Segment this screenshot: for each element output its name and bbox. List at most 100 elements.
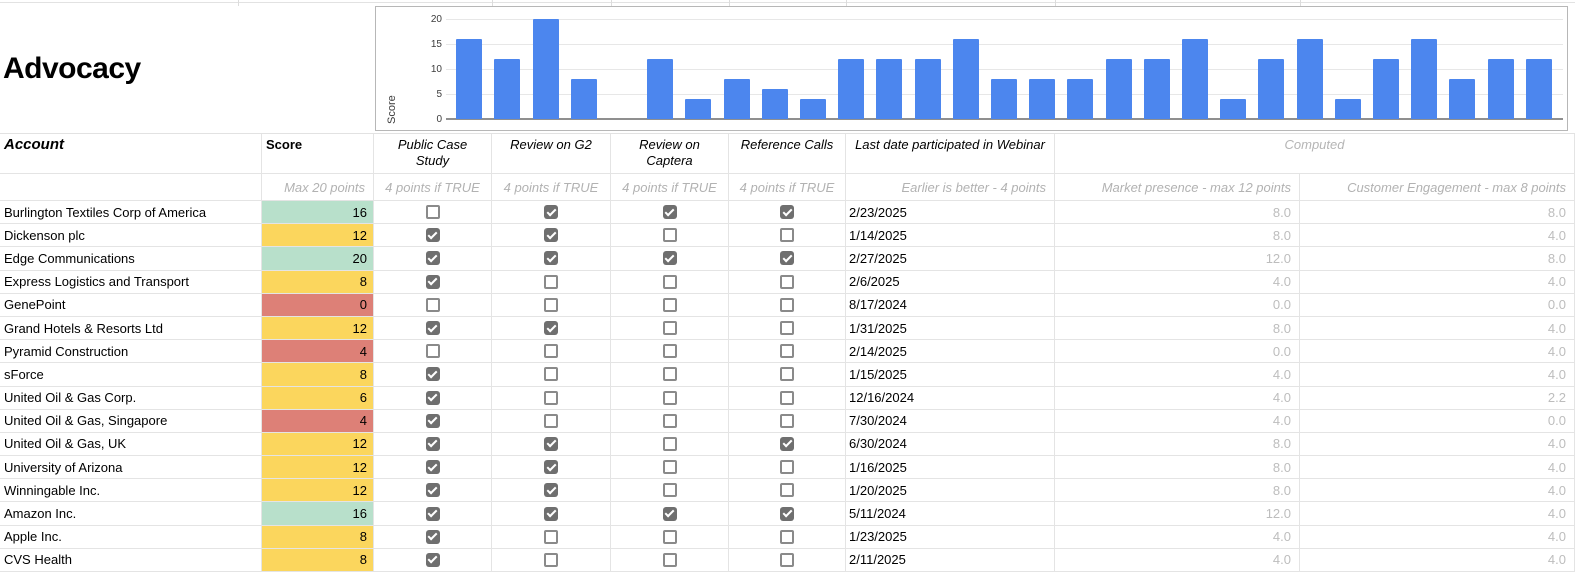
checkbox-reference-calls-checked[interactable] [780,507,794,521]
cell-market-presence[interactable]: 0.0 [1055,340,1300,363]
cell-score[interactable]: 12 [262,224,374,247]
checkbox-review-g2-checked[interactable] [544,205,558,219]
cell-market-presence[interactable]: 12.0 [1055,247,1300,270]
checkbox-reference-calls-checked[interactable] [780,437,794,451]
cell-customer-engagement[interactable]: 0.0 [1300,410,1575,433]
column-header-review-g2[interactable]: Review on G2 [492,134,611,174]
cell-score[interactable]: 12 [262,433,374,456]
cell-score[interactable]: 8 [262,549,374,572]
subheader-account[interactable] [0,174,262,201]
cell-market-presence[interactable]: 8.0 [1055,201,1300,224]
checkbox-review-captera-checked[interactable] [663,205,677,219]
checkbox-review-captera-unchecked[interactable] [663,437,677,451]
cell-customer-engagement[interactable]: 4.0 [1300,479,1575,502]
column-header-score[interactable]: Score [262,134,374,174]
checkbox-review-captera-unchecked[interactable] [663,553,677,567]
cell-score[interactable]: 20 [262,247,374,270]
checkbox-public-case-study-checked[interactable] [426,553,440,567]
column-header-computed-group[interactable]: Computed [1055,134,1575,174]
checkbox-review-captera-unchecked[interactable] [663,414,677,428]
checkbox-review-captera-unchecked[interactable] [663,367,677,381]
cell-customer-engagement[interactable]: 4.0 [1300,363,1575,386]
checkbox-review-g2-unchecked[interactable] [544,391,558,405]
checkbox-reference-calls-unchecked[interactable] [780,553,794,567]
cell-webinar-date[interactable]: 7/30/2024 [846,410,1055,433]
checkbox-reference-calls-unchecked[interactable] [780,530,794,544]
column-header-review-captera[interactable]: Review on Captera [611,134,729,174]
column-header-reference-calls[interactable]: Reference Calls [729,134,846,174]
cell-account[interactable]: Apple Inc. [0,526,262,549]
checkbox-public-case-study-checked[interactable] [426,251,440,265]
checkbox-public-case-study-checked[interactable] [426,228,440,242]
column-header-account[interactable]: Account [0,134,262,174]
cell-webinar-date[interactable]: 1/16/2025 [846,456,1055,479]
checkbox-review-g2-checked[interactable] [544,507,558,521]
subheader-market-presence[interactable]: Market presence - max 12 points [1055,174,1300,201]
cell-customer-engagement[interactable]: 2.2 [1300,387,1575,410]
checkbox-review-g2-unchecked[interactable] [544,275,558,289]
cell-webinar-date[interactable]: 2/14/2025 [846,340,1055,363]
cell-webinar-date[interactable]: 1/23/2025 [846,526,1055,549]
cell-webinar-date[interactable]: 12/16/2024 [846,387,1055,410]
cell-customer-engagement[interactable]: 4.0 [1300,271,1575,294]
checkbox-reference-calls-unchecked[interactable] [780,367,794,381]
subheader-review-g2[interactable]: 4 points if TRUE [492,174,611,201]
cell-market-presence[interactable]: 4.0 [1055,526,1300,549]
checkbox-public-case-study-unchecked[interactable] [426,344,440,358]
checkbox-review-captera-checked[interactable] [663,507,677,521]
checkbox-review-g2-unchecked[interactable] [544,298,558,312]
cell-account[interactable]: Express Logistics and Transport [0,271,262,294]
cell-account[interactable]: Burlington Textiles Corp of America [0,201,262,224]
checkbox-review-captera-unchecked[interactable] [663,275,677,289]
checkbox-reference-calls-unchecked[interactable] [780,275,794,289]
subheader-webinar-date[interactable]: Earlier is better - 4 points [846,174,1055,201]
checkbox-reference-calls-unchecked[interactable] [780,228,794,242]
checkbox-review-g2-checked[interactable] [544,483,558,497]
cell-account[interactable]: Grand Hotels & Resorts Ltd [0,317,262,340]
subheader-score[interactable]: Max 20 points [262,174,374,201]
cell-score[interactable]: 12 [262,479,374,502]
cell-market-presence[interactable]: 0.0 [1055,294,1300,317]
cell-market-presence[interactable]: 4.0 [1055,271,1300,294]
checkbox-reference-calls-unchecked[interactable] [780,391,794,405]
checkbox-public-case-study-unchecked[interactable] [426,205,440,219]
cell-market-presence[interactable]: 12.0 [1055,502,1300,525]
cell-market-presence[interactable]: 4.0 [1055,410,1300,433]
checkbox-reference-calls-unchecked[interactable] [780,414,794,428]
checkbox-review-g2-unchecked[interactable] [544,530,558,544]
cell-account[interactable]: sForce [0,363,262,386]
subheader-review-captera[interactable]: 4 points if TRUE [611,174,729,201]
cell-score[interactable]: 6 [262,387,374,410]
cell-score[interactable]: 12 [262,317,374,340]
checkbox-public-case-study-checked[interactable] [426,530,440,544]
cell-account[interactable]: Edge Communications [0,247,262,270]
checkbox-public-case-study-checked[interactable] [426,367,440,381]
cell-score[interactable]: 4 [262,340,374,363]
checkbox-public-case-study-checked[interactable] [426,483,440,497]
checkbox-reference-calls-checked[interactable] [780,205,794,219]
cell-webinar-date[interactable]: 8/17/2024 [846,294,1055,317]
cell-webinar-date[interactable]: 1/31/2025 [846,317,1055,340]
cell-customer-engagement[interactable]: 0.0 [1300,294,1575,317]
cell-webinar-date[interactable]: 6/30/2024 [846,433,1055,456]
cell-account[interactable]: United Oil & Gas Corp. [0,387,262,410]
cell-market-presence[interactable]: 8.0 [1055,317,1300,340]
checkbox-public-case-study-checked[interactable] [426,437,440,451]
checkbox-review-captera-unchecked[interactable] [663,228,677,242]
checkbox-reference-calls-unchecked[interactable] [780,298,794,312]
cell-customer-engagement[interactable]: 4.0 [1300,433,1575,456]
checkbox-review-g2-checked[interactable] [544,251,558,265]
cell-score[interactable]: 8 [262,526,374,549]
cell-webinar-date[interactable]: 1/15/2025 [846,363,1055,386]
checkbox-reference-calls-unchecked[interactable] [780,321,794,335]
checkbox-review-captera-unchecked[interactable] [663,483,677,497]
cell-score[interactable]: 8 [262,363,374,386]
cell-market-presence[interactable]: 8.0 [1055,224,1300,247]
subheader-public-case-study[interactable]: 4 points if TRUE [374,174,492,201]
checkbox-review-g2-checked[interactable] [544,437,558,451]
checkbox-review-captera-unchecked[interactable] [663,344,677,358]
checkbox-public-case-study-checked[interactable] [426,460,440,474]
cell-account[interactable]: Dickenson plc [0,224,262,247]
checkbox-review-g2-checked[interactable] [544,321,558,335]
checkbox-review-captera-unchecked[interactable] [663,530,677,544]
